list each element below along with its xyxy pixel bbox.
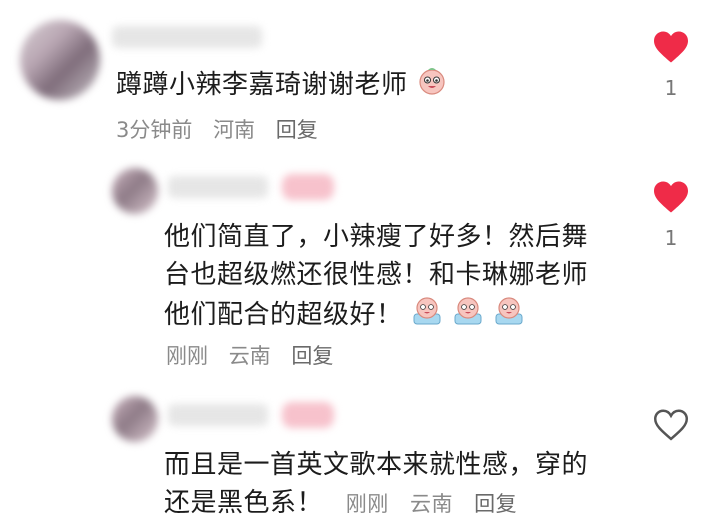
smile-face-icon <box>416 64 448 107</box>
like-count: 1 <box>664 76 678 100</box>
comment-location: 云南 <box>228 344 271 368</box>
cheer-face-icon <box>411 294 443 337</box>
comment-time: 刚刚 <box>345 492 389 516</box>
comment-text: 蹲蹲小辣李嘉琦谢谢老师 <box>116 64 448 107</box>
username-blurred[interactable] <box>168 404 268 426</box>
comment-text-line-with-emoji: 他们配合的超级好！ <box>164 294 634 337</box>
comment-text-line: 台也超级燃还很性感！和卡琳娜老师 <box>164 260 589 290</box>
comment-meta: 刚刚 云南 回复 <box>346 492 531 516</box>
reply-button[interactable]: 回复 <box>474 492 517 516</box>
avatar[interactable] <box>112 396 158 442</box>
comment-text-line-with-meta: 还是黑色系！ 刚刚 云南 回复 <box>164 484 634 523</box>
username-blurred[interactable] <box>112 26 262 48</box>
like-button[interactable] <box>652 180 690 218</box>
username-blurred[interactable] <box>168 176 268 198</box>
comment-meta: 3分钟前 河南 回复 <box>116 114 332 144</box>
comment-text-line: 他们配合的超级好！ <box>164 300 403 330</box>
user-badge-blurred <box>282 402 334 428</box>
user-badge-blurred <box>282 174 334 200</box>
reply-button[interactable]: 回复 <box>291 344 333 368</box>
like-button[interactable] <box>652 30 690 68</box>
reply-button[interactable]: 回复 <box>276 118 318 142</box>
comment-time: 刚刚 <box>166 344 208 368</box>
heart-filled-icon <box>654 181 688 213</box>
cheer-face-icon <box>493 294 525 337</box>
heart-filled-icon <box>654 31 688 63</box>
avatar[interactable] <box>112 168 158 214</box>
comment-text-line: 他们简直了，小辣瘦了好多！然后舞 <box>164 222 589 252</box>
comment-location: 云南 <box>409 492 453 516</box>
comment-meta: 刚刚 云南 回复 <box>166 340 347 370</box>
avatar[interactable] <box>20 20 100 100</box>
comment-location: 河南 <box>213 118 256 142</box>
comment-text-line: 而且是一首英文歌本来就性感，穿的 <box>164 450 589 480</box>
comment-text: 而且是一首英文歌本来就性感，穿的 还是黑色系！ 刚刚 云南 回复 <box>164 446 634 523</box>
like-button[interactable] <box>652 408 690 446</box>
like-count: 1 <box>664 226 678 250</box>
comment-text-line: 还是黑色系！ <box>164 488 324 518</box>
heart-outline-icon <box>653 409 689 441</box>
comment-time: 3分钟前 <box>116 118 193 142</box>
comment-text: 他们简直了，小辣瘦了好多！然后舞 台也超级燃还很性感！和卡琳娜老师 他们配合的超… <box>164 218 634 337</box>
comment-text-line: 蹲蹲小辣李嘉琦谢谢老师 <box>116 70 408 100</box>
cheer-face-icon <box>452 294 484 337</box>
